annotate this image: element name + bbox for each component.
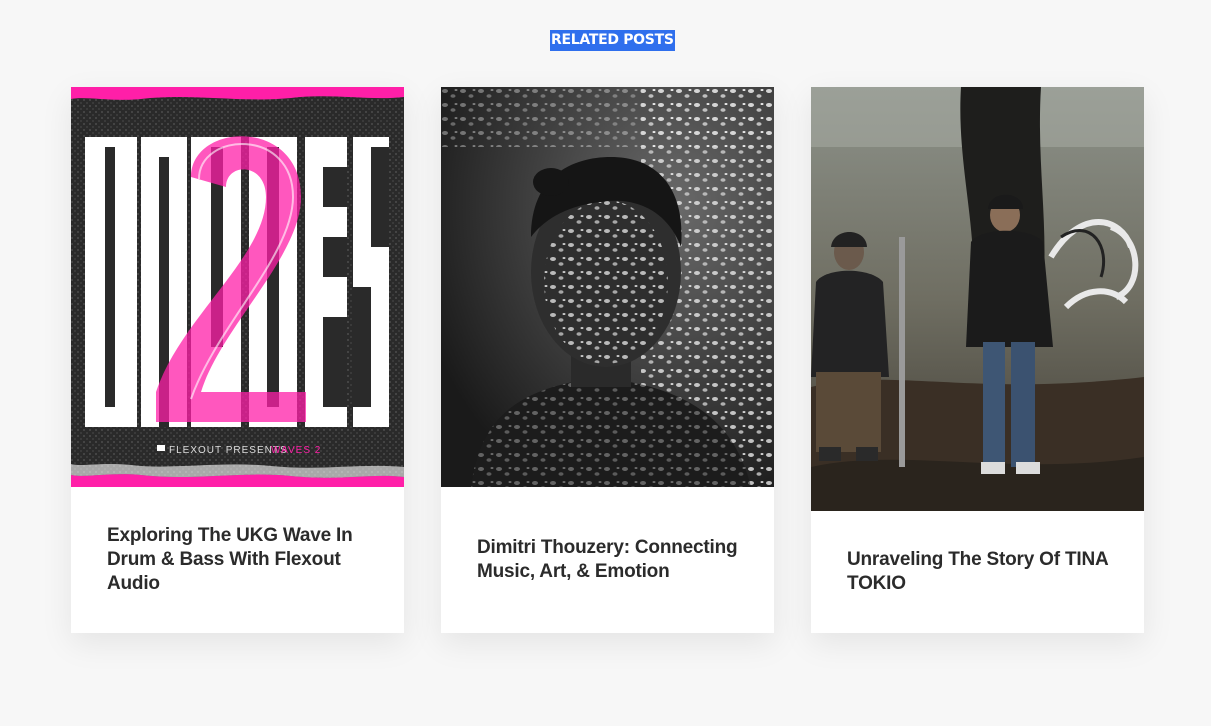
post-thumbnail-1[interactable]: FLEXOUT PRESENTS WAVES 2	[71, 87, 404, 487]
album-cover-waves-2-icon: FLEXOUT PRESENTS WAVES 2	[71, 87, 404, 487]
svg-text:FLEXOUT PRESENTS: FLEXOUT PRESENTS	[169, 445, 288, 456]
post-title[interactable]: Unraveling The Story Of TINA TOKIO	[847, 548, 1108, 596]
portrait-photo-bw-icon	[441, 87, 774, 487]
related-posts-heading: RELATED POSTS	[550, 30, 675, 51]
post-thumbnail-2[interactable]	[441, 87, 774, 487]
post-card-body-2: Dimitri Thouzery: Connecting Music, Art,…	[441, 487, 774, 633]
post-card-2[interactable]: Dimitri Thouzery: Connecting Music, Art,…	[441, 87, 774, 633]
post-thumbnail-3[interactable]	[811, 87, 1144, 511]
post-card-3[interactable]: Unraveling The Story Of TINA TOKIO	[811, 87, 1144, 633]
duo-photo-graffiti-wall-icon	[811, 87, 1144, 511]
post-card-body-1: Exploring The UKG Wave In Drum & Bass Wi…	[71, 487, 404, 633]
related-posts-grid: FLEXOUT PRESENTS WAVES 2 Exploring The U…	[71, 87, 1144, 633]
post-card-1[interactable]: FLEXOUT PRESENTS WAVES 2 Exploring The U…	[71, 87, 404, 633]
post-title[interactable]: Exploring The UKG Wave In Drum & Bass Wi…	[107, 524, 368, 596]
svg-text:WAVES 2: WAVES 2	[271, 445, 321, 456]
post-title[interactable]: Dimitri Thouzery: Connecting Music, Art,…	[477, 536, 738, 584]
post-card-body-3: Unraveling The Story Of TINA TOKIO	[811, 511, 1144, 633]
related-posts-section: RELATED POSTS FLEXOUT PRESENTS WAVES 2 E…	[0, 0, 1211, 726]
